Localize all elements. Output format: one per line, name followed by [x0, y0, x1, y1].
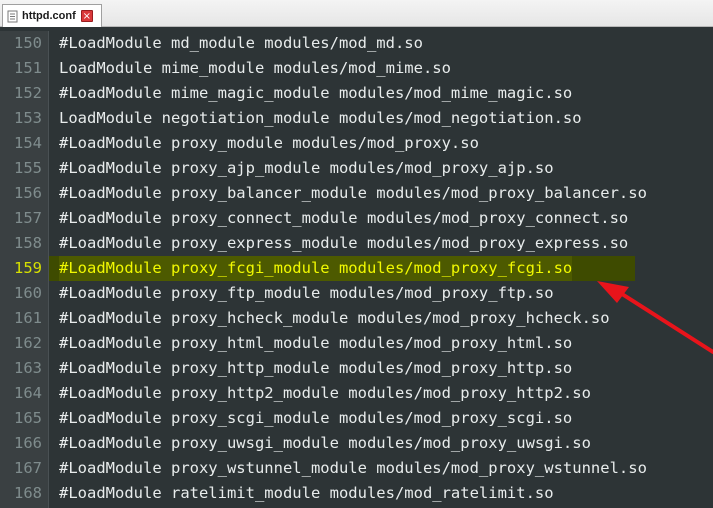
line-number: 157	[14, 209, 42, 227]
code-text: #LoadModule proxy_ftp_module modules/mod…	[59, 284, 554, 302]
code-line[interactable]: 168 #LoadModule ratelimit_module modules/…	[0, 481, 713, 506]
line-number: 166	[14, 434, 42, 452]
code-line[interactable]: 167 #LoadModule proxy_wstunnel_module mod…	[0, 456, 713, 481]
code-text: #LoadModule proxy_uwsgi_module modules/m…	[59, 434, 591, 452]
code-text: #LoadModule proxy_hcheck_module modules/…	[59, 309, 610, 327]
highlighted-code-line[interactable]: 159 #LoadModule proxy_fcgi_module modules…	[0, 256, 713, 281]
code-text: #LoadModule proxy_express_module modules…	[59, 234, 629, 252]
code-text: #LoadModule md_module modules/mod_md.so	[59, 34, 423, 52]
code-line[interactable]: 163 #LoadModule proxy_http_module modules…	[0, 356, 713, 381]
code-line[interactable]: 152 #LoadModule mime_magic_module modules…	[0, 81, 713, 106]
code-line[interactable]: 153 LoadModule negotiation_module modules…	[0, 106, 713, 131]
code-text: #LoadModule proxy_http2_module modules/m…	[59, 384, 591, 402]
code-line[interactable]: 154 #LoadModule proxy_module modules/mod_…	[0, 131, 713, 156]
tab-label: httpd.conf	[22, 10, 76, 22]
line-number: 156	[14, 184, 42, 202]
code-text: #LoadModule ratelimit_module modules/mod…	[59, 484, 554, 502]
code-text: #LoadModule proxy_balancer_module module…	[59, 184, 647, 202]
code-text: #LoadModule proxy_wstunnel_module module…	[59, 459, 647, 477]
code-line[interactable]: 161 #LoadModule proxy_hcheck_module modul…	[0, 306, 713, 331]
code-line[interactable]: 160 #LoadModule proxy_ftp_module modules/…	[0, 281, 713, 306]
code-line[interactable]: 164 #LoadModule proxy_http2_module module…	[0, 381, 713, 406]
line-number: 158	[14, 234, 42, 252]
code-line[interactable]: 150 #LoadModule md_module modules/mod_md.…	[0, 31, 713, 56]
code-line[interactable]: 166 #LoadModule proxy_uwsgi_module module…	[0, 431, 713, 456]
code-text: LoadModule negotiation_module modules/mo…	[59, 109, 582, 127]
code-text: #LoadModule proxy_scgi_module modules/mo…	[59, 409, 573, 427]
code-text: #LoadModule proxy_html_module modules/mo…	[59, 334, 573, 352]
code-line[interactable]: 162 #LoadModule proxy_html_module modules…	[0, 331, 713, 356]
code-line[interactable]: 151 LoadModule mime_module modules/mod_mi…	[0, 56, 713, 81]
line-number: 159	[14, 259, 42, 277]
tab-bar: httpd.conf ×	[0, 0, 713, 27]
line-number: 168	[14, 484, 42, 502]
line-number: 150	[14, 34, 42, 52]
line-number: 162	[14, 334, 42, 352]
code-text: #LoadModule proxy_module modules/mod_pro…	[59, 134, 479, 152]
code-editor[interactable]: 150 #LoadModule md_module modules/mod_md.…	[0, 31, 713, 508]
code-text: #LoadModule proxy_fcgi_module modules/mo…	[59, 256, 573, 281]
code-text: #LoadModule proxy_http_module modules/mo…	[59, 359, 573, 377]
code-text: LoadModule mime_module modules/mod_mime.…	[59, 59, 451, 77]
code-line[interactable]: 157 #LoadModule proxy_connect_module modu…	[0, 206, 713, 231]
code-text: #LoadModule mime_magic_module modules/mo…	[59, 84, 573, 102]
tab-httpd-conf[interactable]: httpd.conf ×	[2, 4, 102, 27]
code-line[interactable]: 155 #LoadModule proxy_ajp_module modules/…	[0, 156, 713, 181]
code-text: #LoadModule proxy_ajp_module modules/mod…	[59, 159, 554, 177]
line-number: 151	[14, 59, 42, 77]
close-icon[interactable]: ×	[80, 10, 93, 22]
line-number: 160	[14, 284, 42, 302]
line-number: 163	[14, 359, 42, 377]
line-number: 154	[14, 134, 42, 152]
line-number: 155	[14, 159, 42, 177]
line-number: 165	[14, 409, 42, 427]
line-number: 152	[14, 84, 42, 102]
line-number: 164	[14, 384, 42, 402]
line-number: 153	[14, 109, 42, 127]
code-line[interactable]: 165 #LoadModule proxy_scgi_module modules…	[0, 406, 713, 431]
code-line[interactable]: 156 #LoadModule proxy_balancer_module mod…	[0, 181, 713, 206]
file-icon	[7, 10, 18, 22]
code-line[interactable]: 158 #LoadModule proxy_express_module modu…	[0, 231, 713, 256]
code-text: #LoadModule proxy_connect_module modules…	[59, 209, 629, 227]
line-number: 161	[14, 309, 42, 327]
line-number: 167	[14, 459, 42, 477]
